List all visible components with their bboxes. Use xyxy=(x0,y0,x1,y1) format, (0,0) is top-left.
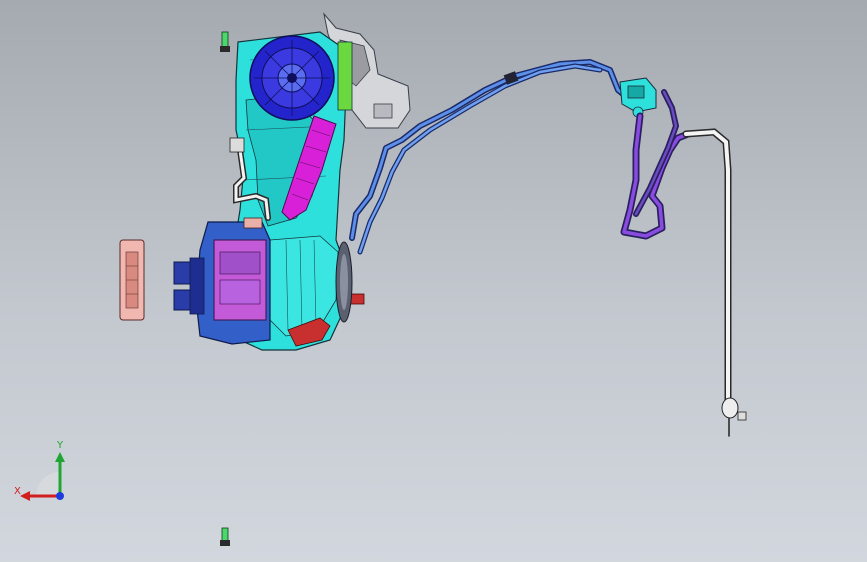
side-cover-plate[interactable] xyxy=(119,239,145,321)
fastener-bolt-bottom[interactable] xyxy=(220,527,230,546)
axis-triad-graphic xyxy=(20,452,65,501)
fastener-bolt-top[interactable] xyxy=(220,31,230,52)
axis-y-label: Y xyxy=(57,440,64,451)
blower-wheel[interactable] xyxy=(249,35,335,121)
axis-triad: Y X xyxy=(14,440,76,510)
cad-3d-viewport[interactable]: Y X xyxy=(0,0,867,562)
expansion-valve[interactable] xyxy=(619,77,657,118)
heater-core-module[interactable] xyxy=(173,217,271,345)
drain-pipe[interactable] xyxy=(682,128,747,437)
assembly-render xyxy=(119,12,747,546)
blower-motor-cover[interactable] xyxy=(335,241,353,323)
axis-x-label: X xyxy=(14,486,21,497)
